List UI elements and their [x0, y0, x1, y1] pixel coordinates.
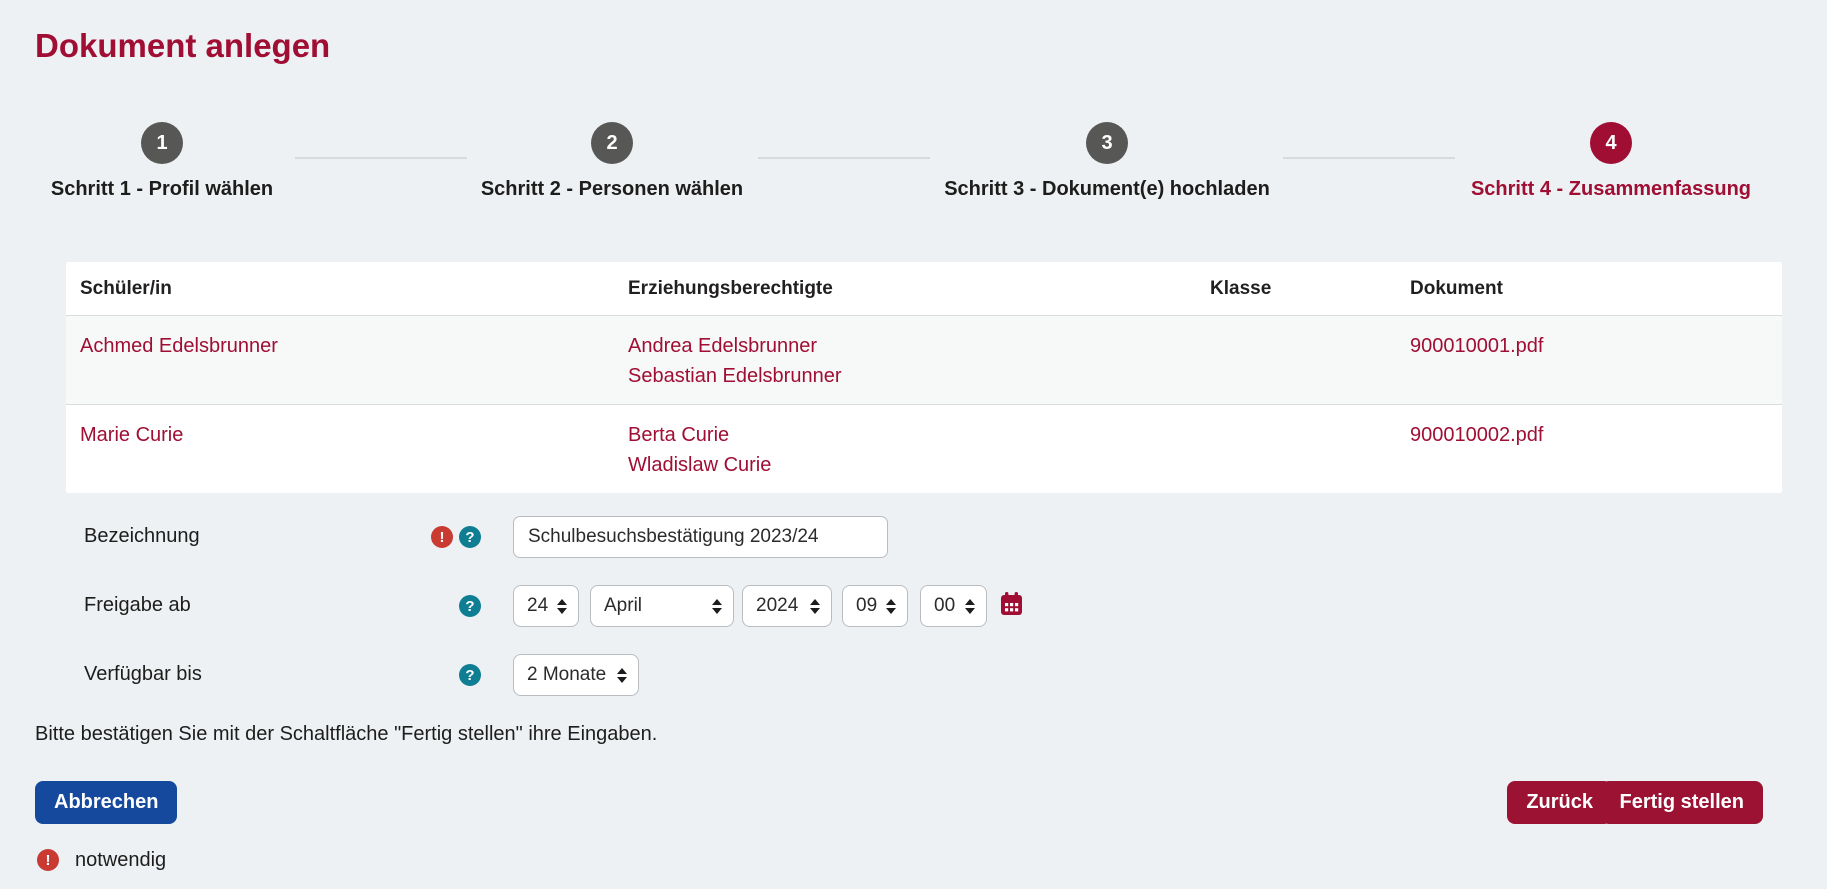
- updown-icon: [964, 598, 976, 615]
- month-select[interactable]: April: [590, 585, 734, 627]
- step-3-indicator: 3: [1086, 122, 1128, 164]
- help-icon[interactable]: ?: [459, 595, 481, 617]
- column-header-klasse: Klasse: [1210, 278, 1410, 300]
- column-header-student: Schüler/in: [80, 278, 628, 300]
- freigabe-ab-label: Freigabe ab: [84, 594, 191, 617]
- hour-select[interactable]: 09: [842, 585, 908, 627]
- duration-select[interactable]: 2 Monate: [513, 654, 639, 696]
- updown-icon: [616, 667, 628, 684]
- minute-select[interactable]: 00: [920, 585, 987, 627]
- day-select-value: 24: [527, 595, 548, 617]
- klasse-cell: [1210, 331, 1410, 391]
- year-select-value: 2024: [756, 595, 798, 617]
- finish-button[interactable]: Fertig stellen: [1601, 781, 1763, 824]
- help-icon[interactable]: ?: [459, 664, 481, 686]
- guardian-link[interactable]: Sebastian Edelsbrunner: [628, 361, 1210, 391]
- table-row: Achmed Edelsbrunner Andrea Edelsbrunner …: [66, 316, 1782, 405]
- required-legend: notwendig: [75, 849, 166, 872]
- updown-icon: [711, 598, 723, 615]
- klasse-cell: [1210, 420, 1410, 480]
- month-select-value: April: [604, 595, 642, 617]
- table-header-row: Schüler/in Erziehungsberechtigte Klasse …: [66, 262, 1782, 316]
- day-select[interactable]: 24: [513, 585, 579, 627]
- step-connector-3: [1283, 157, 1455, 159]
- student-link[interactable]: Achmed Edelsbrunner: [80, 331, 628, 391]
- guardian-link[interactable]: Wladislaw Curie: [628, 450, 1210, 480]
- student-link[interactable]: Marie Curie: [80, 420, 628, 480]
- step-connector-2: [758, 157, 930, 159]
- required-icon: !: [431, 526, 453, 548]
- step-2-indicator: 2: [591, 122, 633, 164]
- updown-icon: [809, 598, 821, 615]
- back-button[interactable]: Zurück: [1507, 781, 1612, 824]
- step-3-label: Schritt 3 - Dokument(e) hochladen: [887, 178, 1327, 201]
- instruction-text: Bitte bestätigen Sie mit der Schaltfläch…: [35, 723, 657, 746]
- step-1-indicator: 1: [141, 122, 183, 164]
- step-2-label: Schritt 2 - Personen wählen: [392, 178, 832, 201]
- year-select[interactable]: 2024: [742, 585, 832, 627]
- column-header-guardians: Erziehungsberechtigte: [628, 278, 1210, 300]
- bezeichnung-input[interactable]: [513, 516, 888, 558]
- step-4-label: Schritt 4 - Zusammenfassung: [1391, 178, 1827, 201]
- guardians-cell: Berta Curie Wladislaw Curie: [628, 420, 1210, 480]
- verfuegbar-bis-label: Verfügbar bis: [84, 663, 202, 686]
- summary-table: Schüler/in Erziehungsberechtigte Klasse …: [66, 262, 1782, 493]
- document-link[interactable]: 900010002.pdf: [1410, 420, 1782, 480]
- hour-select-value: 09: [856, 595, 877, 617]
- step-4-indicator: 4: [1590, 122, 1632, 164]
- column-header-document: Dokument: [1410, 278, 1782, 300]
- updown-icon: [885, 598, 897, 615]
- guardians-cell: Andrea Edelsbrunner Sebastian Edelsbrunn…: [628, 331, 1210, 391]
- duration-select-value: 2 Monate: [527, 664, 606, 686]
- help-icon[interactable]: ?: [459, 526, 481, 548]
- document-link[interactable]: 900010001.pdf: [1410, 331, 1782, 391]
- minute-select-value: 00: [934, 595, 955, 617]
- calendar-icon[interactable]: [1001, 592, 1022, 620]
- guardian-link[interactable]: Berta Curie: [628, 420, 1210, 450]
- cancel-button[interactable]: Abbrechen: [35, 781, 177, 824]
- guardian-link[interactable]: Andrea Edelsbrunner: [628, 331, 1210, 361]
- step-1-label: Schritt 1 - Profil wählen: [0, 178, 382, 201]
- required-icon: !: [37, 849, 59, 871]
- updown-icon: [556, 598, 568, 615]
- step-connector-1: [295, 157, 467, 159]
- bezeichnung-label: Bezeichnung: [84, 525, 200, 548]
- page-title: Dokument anlegen: [35, 27, 330, 65]
- table-row: Marie Curie Berta Curie Wladislaw Curie …: [66, 405, 1782, 493]
